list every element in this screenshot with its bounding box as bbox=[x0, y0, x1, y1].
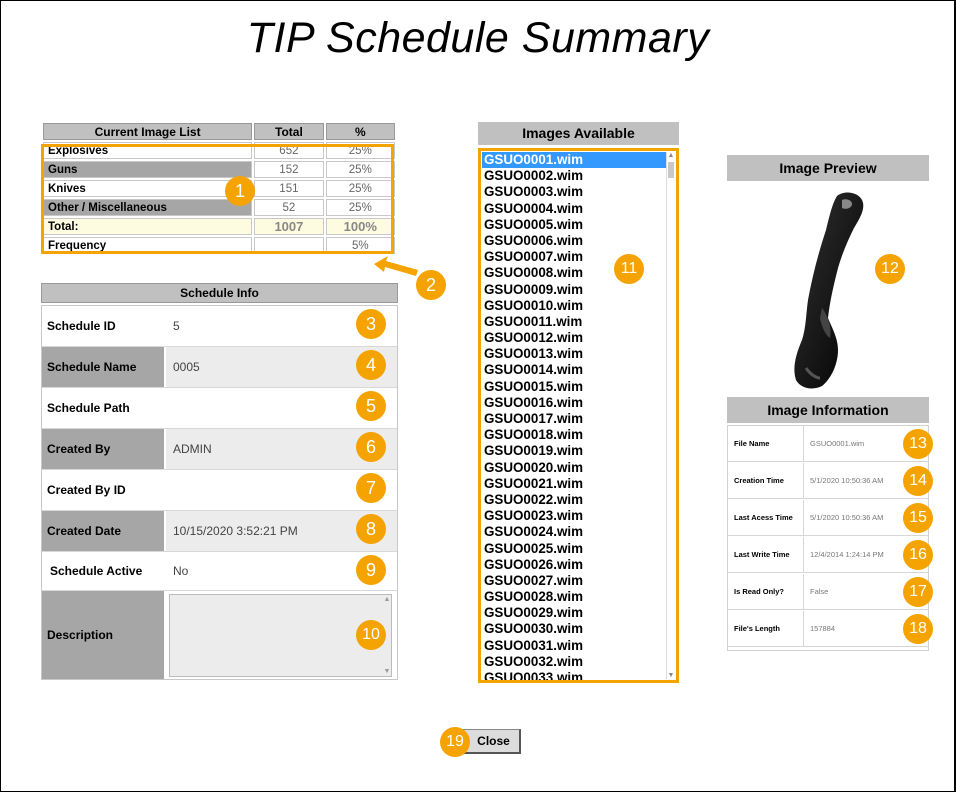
scrollbar-thumb[interactable] bbox=[668, 162, 674, 178]
schedule-active-label: Schedule Active bbox=[50, 564, 143, 578]
schedule-active-row: Schedule Active No bbox=[42, 552, 397, 591]
list-item[interactable]: GSUO0029.wim bbox=[482, 605, 667, 621]
callout-badge: 18 bbox=[903, 614, 933, 644]
file-name-label: File Name bbox=[734, 439, 770, 448]
callout-badge: 14 bbox=[903, 466, 933, 496]
description-label: Description bbox=[42, 591, 164, 679]
list-item[interactable]: GSUO0028.wim bbox=[482, 589, 667, 605]
callout-badge: 7 bbox=[356, 473, 386, 503]
list-item[interactable]: GSUO0023.wim bbox=[482, 508, 667, 524]
col-header-pct: % bbox=[325, 123, 395, 140]
list-item[interactable]: GSUO0017.wim bbox=[482, 411, 667, 427]
creation-time-row: Creation Time 5/1/2020 10:50:36 AM bbox=[728, 463, 928, 499]
callout-badge: 17 bbox=[903, 577, 933, 607]
list-item[interactable]: GSUO0022.wim bbox=[482, 492, 667, 508]
schedule-info-panel: Schedule ID 5 Schedule Name 0005 Schedul… bbox=[41, 305, 398, 680]
callout-badge: 11 bbox=[614, 254, 644, 284]
image-information-panel: File Name GSUO0001.wim Creation Time 5/1… bbox=[727, 425, 929, 651]
file-length-row: File's Length 157884 bbox=[728, 611, 928, 647]
file-length-label: File's Length bbox=[734, 624, 780, 633]
col-header-total: Total bbox=[254, 123, 324, 140]
created-by-id-row: Created By ID bbox=[42, 470, 397, 511]
list-item[interactable]: GSUO0001.wim bbox=[482, 152, 667, 169]
list-item[interactable]: GSUO0025.wim bbox=[482, 541, 667, 557]
scroll-down-icon[interactable]: ▼ bbox=[382, 668, 392, 675]
list-item[interactable]: GSUO0021.wim bbox=[482, 476, 667, 492]
created-date-label: Created Date bbox=[42, 511, 164, 551]
list-item[interactable]: GSUO0012.wim bbox=[482, 330, 667, 346]
scroll-up-icon[interactable]: ▲ bbox=[667, 152, 675, 159]
created-by-row: Created By ADMIN bbox=[42, 429, 397, 470]
last-write-time-label: Last Write Time bbox=[734, 550, 790, 559]
list-item[interactable]: GSUO0031.wim bbox=[482, 638, 667, 654]
list-item[interactable]: GSUO0027.wim bbox=[482, 573, 667, 589]
list-item[interactable]: GSUO0019.wim bbox=[482, 443, 667, 459]
schedule-name-row: Schedule Name 0005 bbox=[42, 347, 397, 388]
schedule-name-label: Schedule Name bbox=[42, 347, 164, 387]
list-item[interactable]: GSUO0010.wim bbox=[482, 298, 667, 314]
callout-badge: 6 bbox=[356, 432, 386, 462]
schedule-info-header: Schedule Info bbox=[41, 283, 398, 303]
list-item[interactable]: GSUO0002.wim bbox=[482, 168, 667, 184]
list-item[interactable]: GSUO0014.wim bbox=[482, 362, 667, 378]
callout-badge: 1 bbox=[225, 176, 255, 206]
callout-badge: 8 bbox=[356, 514, 386, 544]
schedule-path-label: Schedule Path bbox=[47, 401, 130, 415]
callout-badge: 3 bbox=[356, 309, 386, 339]
created-by-label: Created By bbox=[42, 429, 164, 469]
list-item[interactable]: GSUO0003.wim bbox=[482, 184, 667, 200]
callout-badge: 16 bbox=[903, 540, 933, 570]
description-row: Description ▲ ▼ bbox=[42, 591, 397, 679]
callout-badge: 15 bbox=[903, 503, 933, 533]
callout-badge: 9 bbox=[356, 555, 386, 585]
callout-badge: 12 bbox=[875, 254, 905, 284]
scroll-up-icon[interactable]: ▲ bbox=[382, 596, 392, 603]
list-item[interactable]: GSUO0005.wim bbox=[482, 217, 667, 233]
list-item[interactable]: GSUO0004.wim bbox=[482, 201, 667, 217]
list-item[interactable]: GSUO0016.wim bbox=[482, 395, 667, 411]
list-item[interactable]: GSUO0015.wim bbox=[482, 379, 667, 395]
list-item[interactable]: GSUO0006.wim bbox=[482, 233, 667, 249]
list-item[interactable]: GSUO0032.wim bbox=[482, 654, 667, 670]
image-information-header: Image Information bbox=[727, 397, 929, 423]
list-item[interactable]: GSUO0020.wim bbox=[482, 460, 667, 476]
list-item[interactable]: GSUO0011.wim bbox=[482, 314, 667, 330]
last-access-time-label: Last Acess Time bbox=[734, 513, 793, 522]
last-access-time-row: Last Acess Time 5/1/2020 10:50:36 AM bbox=[728, 500, 928, 536]
callout-badge: 2 bbox=[416, 270, 446, 300]
callout-badge: 19 bbox=[440, 727, 470, 757]
xray-gun-preview-image bbox=[794, 192, 864, 389]
created-date-row: Created Date 10/15/2020 3:52:21 PM bbox=[42, 511, 397, 552]
images-available-header: Images Available bbox=[478, 122, 679, 145]
read-only-row: Is Read Only? False bbox=[728, 574, 928, 610]
read-only-label: Is Read Only? bbox=[734, 587, 785, 596]
list-scrollbar[interactable]: ▲ ▼ bbox=[666, 152, 675, 679]
image-preview-header: Image Preview bbox=[727, 155, 929, 181]
list-item[interactable]: GSUO0024.wim bbox=[482, 524, 667, 540]
category-highlight-box bbox=[41, 144, 394, 254]
schedule-id-row: Schedule ID 5 bbox=[42, 306, 397, 347]
callout-badge: 5 bbox=[356, 391, 386, 421]
list-item[interactable]: GSUO0026.wim bbox=[482, 557, 667, 573]
list-item[interactable]: GSUO0030.wim bbox=[482, 621, 667, 637]
callout-arrow bbox=[374, 256, 418, 276]
col-header-image-list: Current Image List bbox=[43, 123, 253, 140]
callout-badge: 10 bbox=[356, 620, 386, 650]
creation-time-label: Creation Time bbox=[734, 476, 784, 485]
list-item[interactable]: GSUO0013.wim bbox=[482, 346, 667, 362]
callout-badge: 13 bbox=[903, 429, 933, 459]
schedule-id-label: Schedule ID bbox=[47, 319, 116, 333]
callout-badge: 4 bbox=[356, 350, 386, 380]
page-title: TIP Schedule Summary bbox=[246, 14, 710, 62]
last-write-time-row: Last Write Time 12/4/2014 1:24:14 PM bbox=[728, 537, 928, 573]
schedule-path-row: Schedule Path bbox=[42, 388, 397, 429]
created-by-id-label: Created By ID bbox=[47, 483, 126, 497]
scroll-down-icon[interactable]: ▼ bbox=[667, 672, 675, 679]
list-item[interactable]: GSUO0033.wim bbox=[482, 670, 667, 680]
list-item[interactable]: GSUO0009.wim bbox=[482, 282, 667, 298]
images-available-list[interactable]: GSUO0001.wim GSUO0002.wim GSUO0003.wim GSUO… bbox=[478, 148, 679, 683]
file-name-row: File Name GSUO0001.wim bbox=[728, 426, 928, 462]
list-item[interactable]: GSUO0018.wim bbox=[482, 427, 667, 443]
